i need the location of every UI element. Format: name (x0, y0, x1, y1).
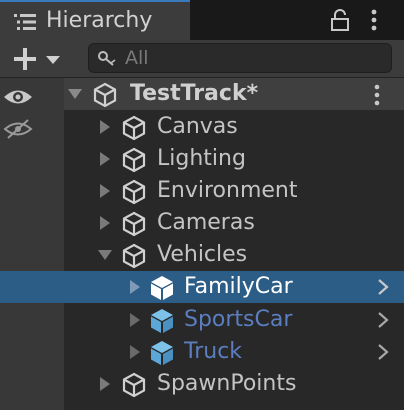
item-label: SportsCar (184, 307, 293, 332)
collapsed-arrow-icon[interactable] (127, 312, 143, 328)
open-prefab-chevron-icon[interactable] (376, 343, 390, 361)
gameobject-icon (122, 179, 146, 205)
prefab-icon (151, 309, 173, 333)
item-label: Lighting (157, 146, 246, 171)
visibility-gutter (0, 78, 64, 410)
open-prefab-chevron-icon[interactable] (376, 278, 390, 296)
gameobject-icon (122, 115, 146, 141)
pickable-icon[interactable] (2, 118, 34, 140)
tab-title: Hierarchy (46, 8, 153, 33)
eye-icon[interactable] (2, 86, 34, 108)
item-label: Vehicles (157, 242, 248, 267)
hierarchy-item-canvas[interactable]: Canvas (64, 111, 404, 143)
collapsed-arrow-icon[interactable] (97, 151, 113, 167)
scene-row[interactable]: TestTrack* (64, 78, 404, 110)
unity-logo-icon (93, 82, 117, 108)
scene-name: TestTrack* (130, 81, 259, 106)
create-dropdown-button[interactable] (8, 44, 66, 74)
hierarchy-item-familycar[interactable]: FamilyCar (0, 271, 404, 303)
collapsed-arrow-icon[interactable] (97, 215, 113, 231)
collapsed-arrow-icon[interactable] (97, 376, 113, 392)
open-prefab-chevron-icon[interactable] (376, 311, 390, 329)
item-label: FamilyCar (184, 274, 293, 299)
search-input[interactable]: All (88, 43, 392, 73)
collapsed-arrow-icon[interactable] (127, 344, 143, 360)
scene-menu-icon[interactable] (374, 84, 380, 106)
hierarchy-item-lighting[interactable]: Lighting (64, 143, 404, 175)
more-menu-icon[interactable] (370, 9, 378, 31)
search-icon (98, 51, 116, 66)
item-label: Truck (184, 339, 243, 364)
toolbar: All (0, 40, 404, 78)
hierarchy-item-vehicles[interactable]: Vehicles (64, 239, 404, 271)
item-label: Canvas (157, 114, 238, 139)
hierarchy-list-icon (14, 14, 36, 30)
expand-arrow-icon[interactable] (67, 86, 83, 102)
collapsed-arrow-icon[interactable] (127, 279, 143, 295)
tab-hierarchy[interactable]: Hierarchy (0, 0, 190, 40)
collapsed-arrow-icon[interactable] (97, 183, 113, 199)
gameobject-icon (122, 372, 146, 398)
collapsed-arrow-icon[interactable] (97, 119, 113, 135)
hierarchy-item-sportscar[interactable]: SportsCar (64, 304, 404, 336)
gameobject-icon (122, 147, 146, 173)
gameobject-icon (122, 243, 146, 269)
item-label: Environment (157, 178, 298, 203)
prefab-icon (151, 341, 173, 365)
item-label: SpawnPoints (157, 371, 297, 396)
tab-bar: Hierarchy (0, 0, 404, 40)
item-label: Cameras (157, 210, 255, 235)
hierarchy-item-truck[interactable]: Truck (64, 336, 404, 368)
expanded-arrow-icon[interactable] (97, 247, 113, 263)
hierarchy-item-spawnpoints[interactable]: SpawnPoints (64, 368, 404, 400)
prefab-icon (151, 276, 173, 300)
hierarchy-item-environment[interactable]: Environment (64, 175, 404, 207)
gameobject-icon (122, 211, 146, 237)
hierarchy-item-cameras[interactable]: Cameras (64, 207, 404, 239)
lock-icon[interactable] (331, 9, 349, 31)
search-placeholder: All (125, 47, 149, 69)
